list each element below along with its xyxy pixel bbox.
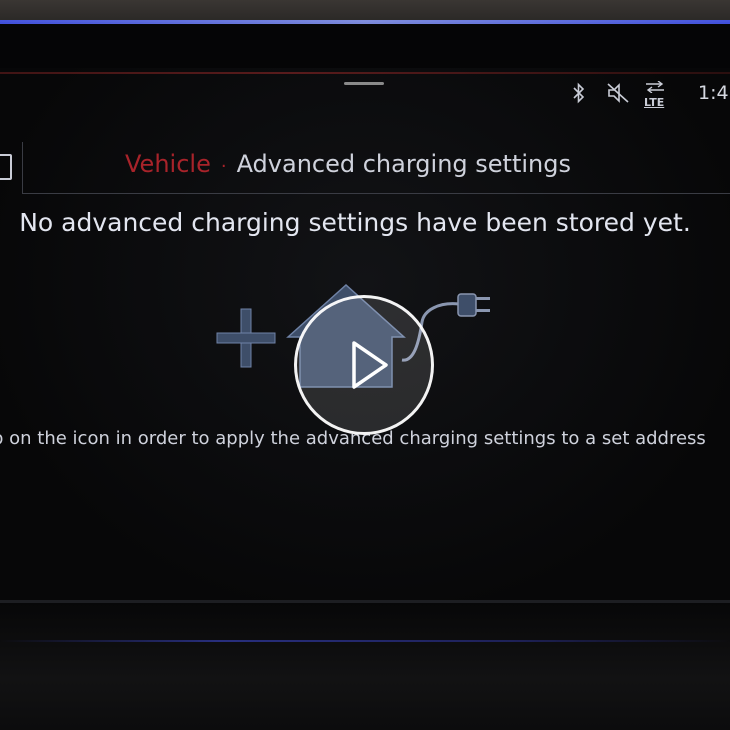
display-bezel-top (0, 0, 730, 22)
bluetooth-icon (573, 82, 585, 104)
page-title: Advanced charging settings (236, 150, 571, 178)
ambient-light-strip-bottom (0, 640, 730, 642)
display-bezel (0, 24, 730, 68)
breadcrumb: Vehicle · Advanced charging settings (125, 150, 571, 178)
breadcrumb-separator: · (220, 156, 227, 177)
lte-label: LTE (644, 96, 665, 109)
plus-icon (216, 308, 276, 368)
play-icon (352, 341, 388, 389)
breadcrumb-parent-vehicle[interactable]: Vehicle (125, 150, 211, 178)
data-arrows-icon (646, 80, 664, 94)
pull-down-handle[interactable] (344, 82, 384, 85)
lte-icon: LTE (642, 78, 668, 109)
dashboard-trim (0, 603, 730, 730)
mute-icon (607, 83, 629, 103)
clock: 1:4 (698, 82, 729, 104)
back-button[interactable] (0, 154, 12, 180)
header-divider-line (22, 193, 730, 194)
header-divider (22, 142, 23, 194)
status-bar-accent-line (0, 72, 730, 74)
empty-state-message: No advanced charging settings have been … (19, 208, 691, 237)
plug-icon (457, 293, 490, 317)
